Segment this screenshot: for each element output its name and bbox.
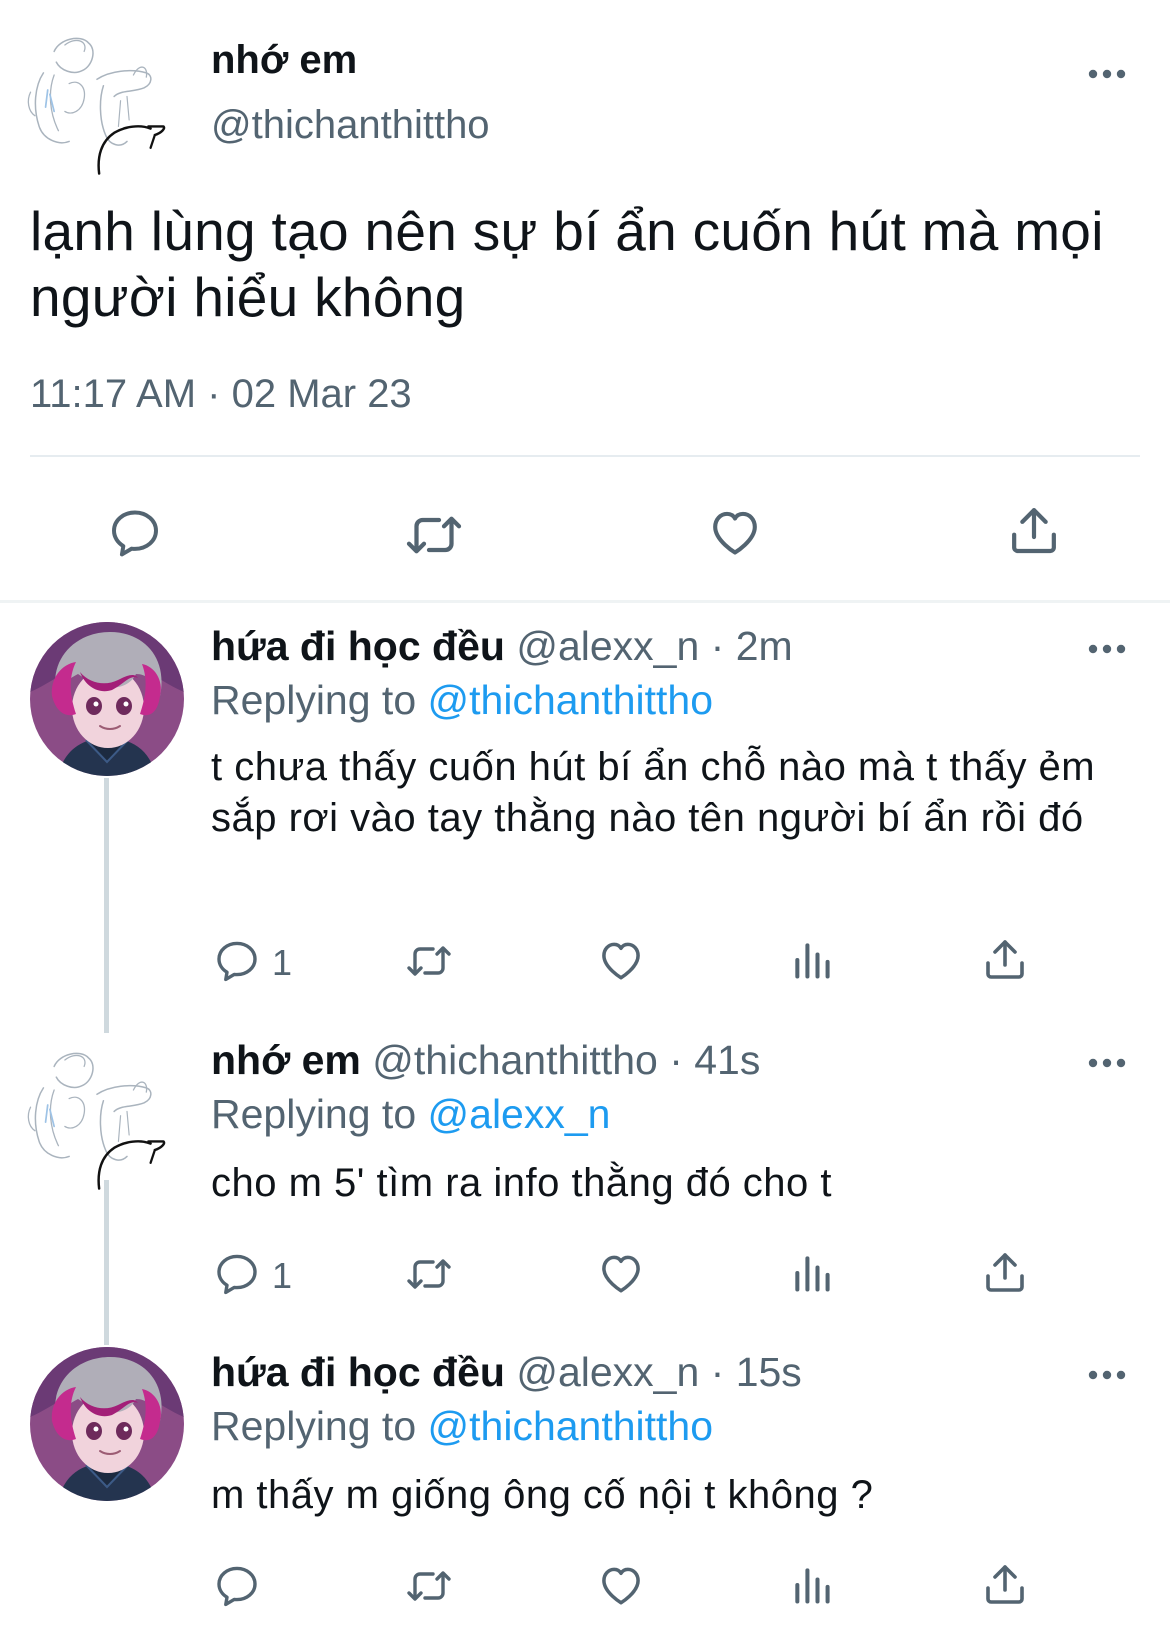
reply-author-name[interactable]: nhớ em: [211, 1037, 361, 1083]
retweet-icon[interactable]: [401, 1250, 457, 1298]
views-icon[interactable]: [790, 1249, 834, 1297]
reply-count: 1: [272, 1255, 293, 1296]
reply-avatar[interactable]: [30, 622, 184, 776]
share-icon[interactable]: [981, 935, 1029, 983]
thread-line: [104, 1180, 109, 1345]
reply-icon[interactable]: [107, 505, 163, 561]
replying-to-mention[interactable]: @thichanthittho: [428, 1403, 714, 1449]
share-icon[interactable]: [1006, 502, 1062, 558]
reply-text: t chưa thấy cuốn hút bí ẩn chỗ nào mà t …: [211, 745, 1096, 840]
like-icon[interactable]: [596, 1248, 646, 1298]
reply-author-name[interactable]: hứa đi học đều: [211, 1349, 505, 1395]
reply-text: cho m 5' tìm ra info thằng đó cho t: [211, 1161, 833, 1205]
sketch-avatar-icon: [22, 1045, 172, 1195]
reply-text: m thấy m giống ông cố nội t không ?: [211, 1473, 874, 1517]
reply-header: nhớ em @thichanthittho · 41s: [211, 1037, 760, 1084]
replying-to: Replying to @thichanthittho: [211, 1403, 713, 1450]
reply-count: 1: [272, 942, 293, 983]
retweet-icon[interactable]: [401, 937, 457, 985]
reply-meta: @thichanthittho · 41s: [360, 1037, 761, 1083]
reply-icon[interactable]: [213, 1562, 261, 1610]
anime-avatar-icon: [30, 1347, 184, 1501]
views-icon[interactable]: [790, 936, 834, 984]
replying-to-label: Replying to: [211, 677, 428, 723]
anime-avatar-icon: [30, 622, 184, 776]
reply-icon[interactable]: [213, 1250, 261, 1298]
retweet-icon[interactable]: [401, 1562, 457, 1610]
reply-author-name[interactable]: hứa đi học đều: [211, 623, 505, 669]
more-icon[interactable]: [1087, 1369, 1127, 1381]
like-icon[interactable]: [596, 935, 646, 985]
reply-meta: @alexx_n · 2m: [504, 623, 793, 669]
like-icon[interactable]: [706, 502, 764, 562]
views-icon[interactable]: [790, 1561, 834, 1609]
replying-to-label: Replying to: [211, 1091, 428, 1137]
more-icon[interactable]: [1087, 68, 1127, 80]
divider: [0, 600, 1170, 603]
replying-to: Replying to @alexx_n: [211, 1091, 610, 1138]
reply-avatar[interactable]: [22, 1045, 172, 1195]
reply-icon[interactable]: [213, 937, 261, 985]
main-tweet-text: lạnh lùng tạo nên sự bí ẩn cuốn hút mà m…: [30, 200, 1104, 328]
main-tweet-author-name[interactable]: nhớ em: [211, 38, 357, 83]
reply-avatar[interactable]: [30, 1347, 184, 1501]
replying-to-mention[interactable]: @thichanthittho: [428, 677, 714, 723]
like-icon[interactable]: [596, 1560, 646, 1610]
replying-to-mention[interactable]: @alexx_n: [428, 1091, 611, 1137]
main-tweet-avatar[interactable]: [22, 30, 172, 180]
sketch-avatar-icon: [22, 30, 172, 180]
divider: [30, 455, 1140, 457]
more-icon[interactable]: [1087, 643, 1127, 655]
replying-to: Replying to @thichanthittho: [211, 677, 713, 724]
replying-to-label: Replying to: [211, 1403, 428, 1449]
share-icon[interactable]: [981, 1560, 1029, 1608]
retweet-icon[interactable]: [402, 505, 466, 565]
main-tweet-author-handle[interactable]: @thichanthittho: [211, 103, 490, 148]
thread-line: [104, 778, 109, 1033]
reply-header: hứa đi học đều @alexx_n · 15s: [211, 1349, 802, 1396]
more-icon[interactable]: [1087, 1057, 1127, 1069]
reply-header: hứa đi học đều @alexx_n · 2m: [211, 623, 793, 670]
share-icon[interactable]: [981, 1248, 1029, 1296]
reply-meta: @alexx_n · 15s: [504, 1349, 802, 1395]
main-tweet-timestamp: 11:17 AM · 02 Mar 23: [30, 372, 412, 416]
